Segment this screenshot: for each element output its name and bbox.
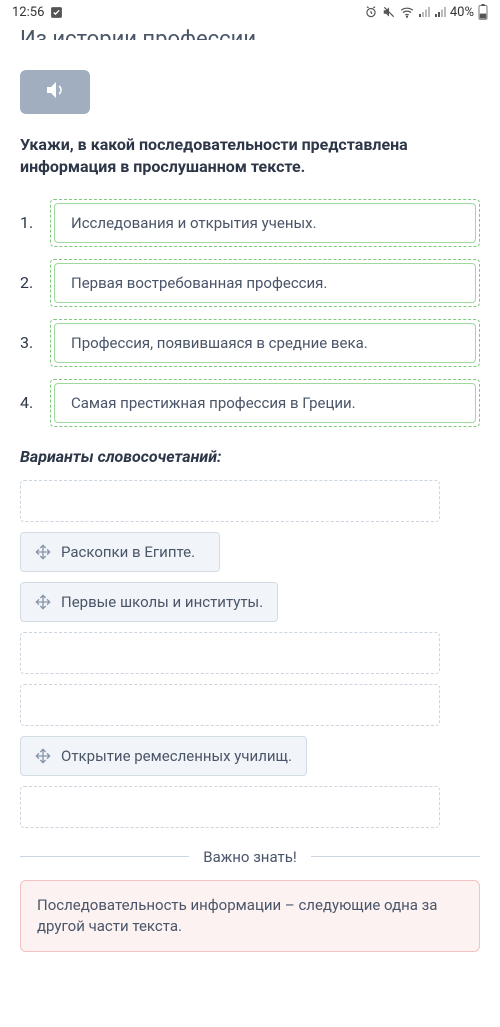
- ordered-item-2: 2. Первая востребованная профессия.: [20, 259, 480, 307]
- move-icon: [35, 544, 51, 560]
- important-divider: Важно знать!: [20, 848, 480, 866]
- variant-text: Раскопки в Египте.: [61, 543, 195, 561]
- ordered-num: 2.: [20, 273, 50, 292]
- ordered-text: Профессия, появившаяся в средние века.: [54, 323, 476, 363]
- divider-line: [20, 856, 189, 857]
- speaker-icon: [43, 78, 67, 106]
- ordered-text: Самая престижная профессия в Греции.: [54, 383, 476, 423]
- ordered-item-1: 1. Исследования и открытия ученых.: [20, 199, 480, 247]
- page-title: Из истории профессии: [20, 26, 480, 40]
- drop-slot[interactable]: Исследования и открытия ученых.: [50, 199, 480, 247]
- signal-icon-1: [418, 6, 430, 18]
- checkbox-icon: [50, 6, 63, 19]
- move-icon: [35, 748, 51, 764]
- status-left: 12:56: [12, 5, 63, 20]
- ordered-num: 1.: [20, 213, 50, 232]
- ordered-item-3: 3. Профессия, появившаяся в средние века…: [20, 319, 480, 367]
- variant-item[interactable]: Первые школы и институты.: [20, 582, 278, 622]
- variants-title: Варианты словосочетаний:: [20, 447, 480, 466]
- ordered-text: Исследования и открытия ученых.: [54, 203, 476, 243]
- divider-line: [311, 856, 480, 857]
- variant-item[interactable]: Раскопки в Египте.: [20, 532, 220, 572]
- status-bar: 12:56 40%: [0, 0, 500, 24]
- ordered-text: Первая востребованная профессия.: [54, 263, 476, 303]
- instruction-text: Укажи, в какой последовательности предст…: [20, 134, 480, 179]
- variant-item[interactable]: Открытие ремесленных училищ.: [20, 736, 307, 776]
- battery-icon: [478, 4, 488, 20]
- ordered-list: 1. Исследования и открытия ученых. 2. Пе…: [20, 199, 480, 427]
- status-right: 40%: [364, 4, 488, 20]
- mute-icon: [382, 5, 396, 19]
- ordered-item-4: 4. Самая престижная профессия в Греции.: [20, 379, 480, 427]
- variant-text: Открытие ремесленных училищ.: [61, 747, 292, 765]
- empty-slot[interactable]: [20, 786, 440, 828]
- content: Из истории профессии Укажи, в какой посл…: [0, 26, 500, 972]
- empty-slot[interactable]: [20, 684, 440, 726]
- variant-text: Первые школы и институты.: [61, 593, 263, 611]
- status-time: 12:56: [12, 5, 44, 20]
- signal-icon-2: [434, 6, 446, 18]
- drop-slot[interactable]: Первая востребованная профессия.: [50, 259, 480, 307]
- ordered-num: 4.: [20, 393, 50, 412]
- battery-percent: 40%: [450, 5, 474, 20]
- drop-slot[interactable]: Профессия, появившаяся в средние века.: [50, 319, 480, 367]
- important-label: Важно знать!: [203, 848, 296, 866]
- empty-slot[interactable]: [20, 632, 440, 674]
- move-icon: [35, 594, 51, 610]
- drop-slot[interactable]: Самая престижная профессия в Греции.: [50, 379, 480, 427]
- ordered-num: 3.: [20, 333, 50, 352]
- wifi-icon: [400, 5, 414, 19]
- empty-slot[interactable]: [20, 480, 440, 522]
- alarm-icon: [364, 5, 378, 19]
- info-box: Последовательность информации – следующи…: [20, 880, 480, 952]
- variants-pool: Раскопки в Египте. Первые школы и инстит…: [20, 480, 480, 828]
- audio-play-button[interactable]: [20, 70, 90, 114]
